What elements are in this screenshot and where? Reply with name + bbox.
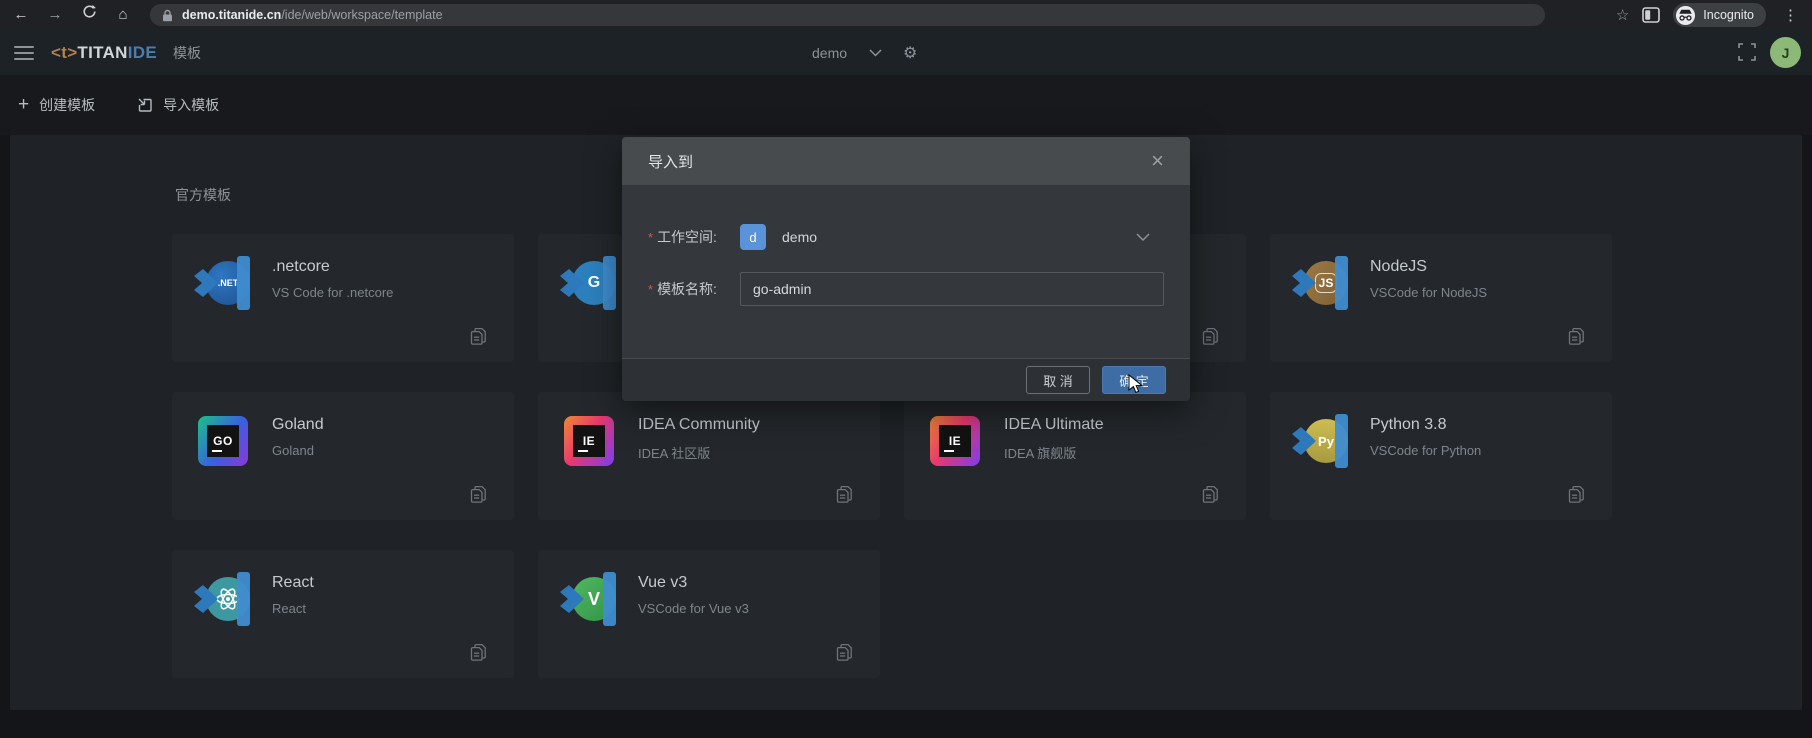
duplicate-template-icon[interactable] [469, 327, 488, 351]
template-title: IDEA Ultimate [1004, 416, 1104, 434]
incognito-label: Incognito [1703, 8, 1754, 22]
template-subtitle: VSCode for NodeJS [1370, 285, 1487, 300]
idea-icon: IE [564, 416, 614, 466]
duplicate-template-icon[interactable] [1567, 485, 1586, 509]
template-subtitle: VSCode for Vue v3 [638, 601, 749, 616]
idea-icon: IE [930, 416, 980, 466]
vscode-python-icon: Py [1294, 414, 1348, 468]
chevron-down-icon [1136, 233, 1150, 242]
incognito-badge: Incognito [1673, 3, 1766, 27]
template-subtitle: IDEA 旗舰版 [1004, 443, 1104, 462]
workspace-select-value: demo [782, 229, 817, 245]
template-subtitle: React [272, 601, 314, 616]
chevron-down-icon [869, 49, 882, 57]
url-bar[interactable]: demo.titanide.cn/ide/web/workspace/templ… [150, 4, 1545, 26]
template-subtitle: VS Code for .netcore [272, 285, 393, 300]
workspace-badge: d [740, 224, 766, 250]
template-name-field-label: *模板名称: [648, 279, 740, 299]
template-title: Python 3.8 [1370, 416, 1481, 434]
workspace-select[interactable]: d demo [740, 224, 1164, 250]
vscode-nodejs-icon: JS [1294, 256, 1348, 310]
import-template-button[interactable]: 导入模板 [137, 95, 219, 115]
template-title: React [272, 574, 314, 592]
dialog-footer: 取 消 确 定 [622, 358, 1190, 401]
template-title: .netcore [272, 258, 393, 276]
gear-icon[interactable]: ⚙ [903, 30, 917, 75]
duplicate-template-icon[interactable] [835, 485, 854, 509]
side-panel-icon[interactable] [1642, 7, 1660, 23]
hamburger-menu-icon[interactable] [14, 46, 34, 60]
url-domain: demo.titanide.cn [182, 8, 281, 22]
lock-icon [162, 9, 173, 22]
vscode-react-icon [196, 572, 250, 626]
template-title: NodeJS [1370, 258, 1487, 276]
back-icon[interactable]: ← [10, 0, 32, 30]
template-card[interactable]: JS NodeJS VSCode for NodeJS [1270, 234, 1612, 362]
template-card[interactable]: .NET .netcore VS Code for .netcore [172, 234, 514, 362]
workspace-switcher[interactable]: demo [812, 30, 882, 75]
forward-icon[interactable]: → [44, 0, 66, 30]
template-subtitle: IDEA 社区版 [638, 443, 760, 462]
vscode-vue-icon: V [562, 572, 616, 626]
refresh-icon[interactable] [78, 0, 100, 30]
titanide-logo: <t>TITANIDE [51, 43, 157, 63]
vscode-dotnet-icon: .NET [196, 256, 250, 310]
dialog-body: *工作空间: d demo *模板名称: [622, 185, 1190, 358]
template-card[interactable]: IE IDEA Ultimate IDEA 旗舰版 [904, 392, 1246, 520]
create-template-button[interactable]: + 创建模板 [18, 95, 95, 115]
workspace-field-label: *工作空间: [648, 227, 740, 247]
template-title: IDEA Community [638, 416, 760, 434]
close-icon[interactable]: × [1151, 151, 1164, 171]
dialog-header: 导入到 × [622, 137, 1190, 185]
page-title: 模板 [173, 43, 201, 63]
dialog-title: 导入到 [648, 151, 693, 172]
template-subtitle: Goland [272, 443, 324, 458]
required-asterisk: * [648, 230, 653, 245]
cancel-button[interactable]: 取 消 [1026, 366, 1090, 394]
duplicate-template-icon[interactable] [469, 643, 488, 667]
plus-icon: + [18, 98, 29, 112]
duplicate-template-icon[interactable] [1201, 485, 1220, 509]
bookmark-star-icon[interactable]: ☆ [1616, 6, 1629, 24]
template-card[interactable]: Py Python 3.8 VSCode for Python [1270, 392, 1612, 520]
home-icon[interactable]: ⌂ [112, 0, 134, 30]
import-dialog: 导入到 × *工作空间: d demo *模板名称: 取 消 确 定 [622, 137, 1190, 401]
url-path: /ide/web/workspace/template [281, 8, 442, 22]
duplicate-template-icon[interactable] [1567, 327, 1586, 351]
duplicate-template-icon[interactable] [835, 643, 854, 667]
template-card[interactable]: IE IDEA Community IDEA 社区版 [538, 392, 880, 520]
goland-icon: GO [198, 416, 248, 466]
template-name-input[interactable] [740, 272, 1164, 306]
vscode-go-icon: G [562, 256, 616, 310]
app-header: <t>TITANIDE 模板 demo ⚙ J [0, 30, 1812, 75]
duplicate-template-icon[interactable] [1201, 327, 1220, 351]
avatar[interactable]: J [1770, 37, 1801, 68]
duplicate-template-icon[interactable] [469, 485, 488, 509]
template-title: Vue v3 [638, 574, 749, 592]
fullscreen-icon[interactable] [1738, 43, 1756, 66]
browser-chrome: ← → ⌂ demo.titanide.cn/ide/web/workspace… [0, 0, 1812, 30]
template-card[interactable]: React React [172, 550, 514, 678]
required-asterisk: * [648, 282, 653, 297]
template-subtitle: VSCode for Python [1370, 443, 1481, 458]
import-icon [137, 97, 153, 113]
template-card[interactable]: V Vue v3 VSCode for Vue v3 [538, 550, 880, 678]
browser-menu-icon[interactable]: ⋮ [1779, 6, 1802, 24]
template-card[interactable]: GO Goland Goland [172, 392, 514, 520]
section-title: 官方模板 [175, 185, 231, 205]
incognito-icon [1675, 5, 1696, 26]
template-toolbar: + 创建模板 导入模板 [0, 75, 1812, 135]
template-title: Goland [272, 416, 324, 434]
workspace-switcher-label: demo [812, 45, 847, 61]
confirm-button[interactable]: 确 定 [1102, 366, 1166, 394]
